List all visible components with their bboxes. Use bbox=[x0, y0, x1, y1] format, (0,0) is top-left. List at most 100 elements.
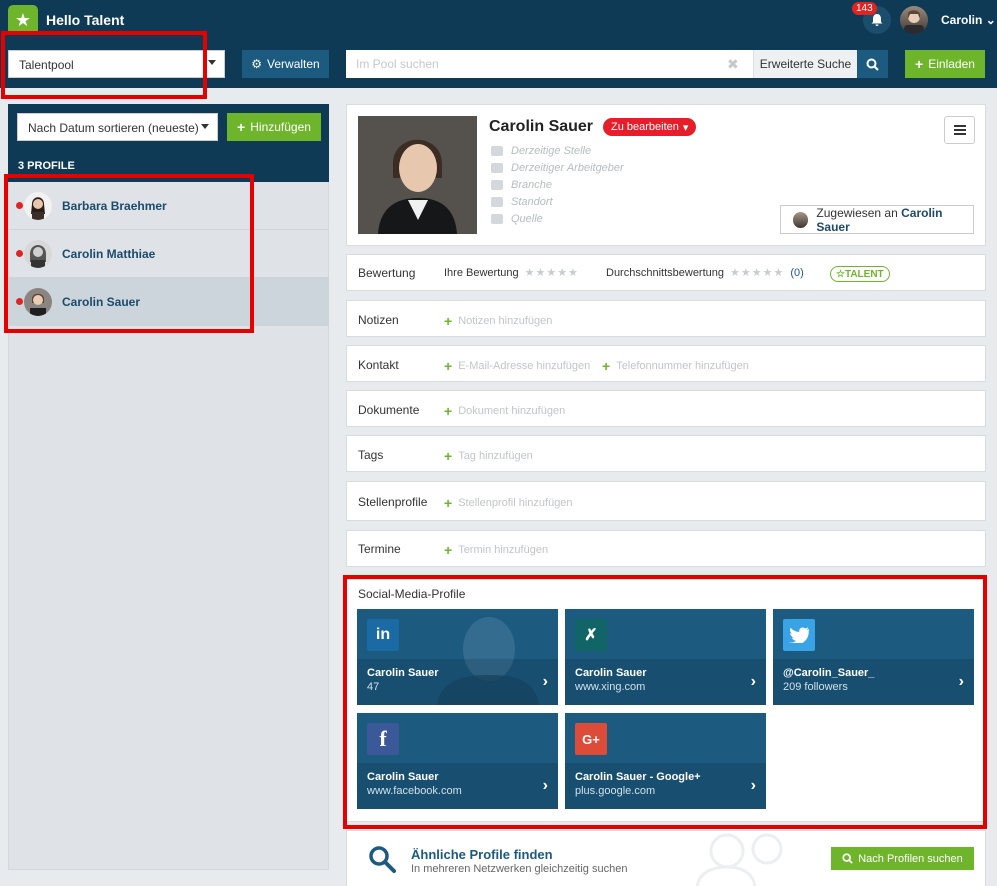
meta-industry-label: Branche bbox=[511, 179, 552, 191]
user-menu[interactable]: Carolin ⌄ bbox=[941, 13, 996, 27]
status-dropdown[interactable]: Zu bearbeiten ▾ bbox=[603, 118, 697, 136]
add-email-link[interactable]: + E-Mail-Adresse hinzufügen bbox=[444, 358, 590, 374]
own-rating[interactable]: Ihre Bewertung ★★★★★ bbox=[444, 266, 579, 280]
meta-employer-label: Derzeitiger Arbeitgeber bbox=[511, 162, 624, 174]
talent-badge[interactable]: ☆ TALENT bbox=[830, 266, 890, 282]
plus-icon: + bbox=[444, 358, 453, 374]
documents-label: Dokumente bbox=[358, 403, 420, 417]
job-profiles-row bbox=[346, 481, 986, 521]
add-phone-label: Telefonnummer hinzufügen bbox=[616, 360, 749, 372]
notes-label: Notizen bbox=[358, 313, 399, 327]
plus-icon: + bbox=[444, 403, 453, 419]
add-profile-button[interactable]: + Hinzufügen bbox=[227, 113, 321, 141]
meta-location[interactable]: Standort bbox=[491, 196, 553, 208]
profile-count: 3 PROFILE bbox=[18, 160, 75, 172]
plus-icon: + bbox=[915, 56, 924, 72]
tags-label: Tags bbox=[358, 448, 384, 462]
tags-row bbox=[346, 435, 986, 472]
add-appointment-link[interactable]: + Termin hinzufügen bbox=[444, 542, 548, 558]
average-rating: Durchschnittsbewertung ★★★★★ (0) bbox=[606, 266, 804, 280]
pool-search-input[interactable] bbox=[346, 50, 753, 78]
rating-label: Bewertung bbox=[358, 266, 416, 280]
manage-button[interactable]: ⚙ Verwalten bbox=[242, 50, 329, 78]
plus-icon: + bbox=[444, 495, 453, 511]
assigned-to-button[interactable]: Zugewiesen an Carolin Sauer bbox=[780, 205, 974, 234]
star-outline-icon: ☆ bbox=[836, 268, 845, 280]
status-label: Zu bearbeiten bbox=[611, 121, 679, 133]
contact-label: Kontakt bbox=[358, 358, 399, 372]
find-profiles-button[interactable]: Nach Profilen suchen bbox=[831, 847, 974, 870]
annotation-box-social bbox=[343, 575, 987, 829]
add-tag-link[interactable]: + Tag hinzufügen bbox=[444, 448, 533, 464]
manage-button-label: Verwalten bbox=[267, 57, 320, 71]
annotation-box-profiles bbox=[4, 174, 254, 333]
location-pin-icon bbox=[491, 197, 503, 207]
add-email-label: E-Mail-Adresse hinzufügen bbox=[458, 360, 591, 372]
search-icon bbox=[866, 58, 879, 71]
documents-row bbox=[346, 390, 986, 427]
industry-icon bbox=[491, 180, 503, 190]
average-rating-count: (0) bbox=[790, 266, 804, 279]
assigned-prefix: Zugewiesen an bbox=[816, 205, 898, 220]
add-job-profile-label: Stellenprofil hinzufügen bbox=[458, 497, 573, 509]
job-profiles-label: Stellenprofile bbox=[358, 495, 428, 509]
add-notes-link[interactable]: + Notizen hinzufügen bbox=[444, 313, 552, 329]
add-profile-button-label: Hinzufügen bbox=[250, 120, 311, 134]
clear-icon[interactable]: ✖ bbox=[727, 56, 739, 73]
sort-select[interactable]: Nach Datum sortieren (neueste) bbox=[17, 113, 218, 141]
search-icon bbox=[842, 853, 853, 864]
similar-profiles-subtitle: In mehreren Netzwerken gleichzeitig such… bbox=[411, 863, 628, 875]
average-rating-label: Durchschnittsbewertung bbox=[606, 266, 725, 279]
user-name: Carolin bbox=[941, 13, 983, 27]
avatar bbox=[793, 211, 809, 228]
add-phone-link[interactable]: + Telefonnummer hinzufügen bbox=[602, 358, 749, 374]
add-document-label: Dokument hinzufügen bbox=[458, 405, 566, 417]
search-icon bbox=[369, 846, 396, 873]
find-profiles-label: Nach Profilen suchen bbox=[858, 852, 963, 865]
profile-menu-button[interactable] bbox=[944, 116, 975, 144]
gear-icon: ⚙ bbox=[251, 57, 263, 71]
add-notes-label: Notizen hinzufügen bbox=[458, 315, 553, 327]
appointments-label: Termine bbox=[358, 542, 401, 556]
chevron-down-icon: ⌄ bbox=[985, 13, 996, 27]
star-rating-icon: ★★★★★ bbox=[730, 267, 785, 279]
caret-down-icon bbox=[208, 60, 216, 65]
source-icon bbox=[491, 214, 503, 224]
add-appointment-label: Termin hinzufügen bbox=[458, 544, 549, 556]
talent-badge-label: TALENT bbox=[844, 268, 884, 280]
briefcase-icon bbox=[491, 146, 503, 156]
add-document-link[interactable]: + Dokument hinzufügen bbox=[444, 403, 565, 419]
meta-location-label: Standort bbox=[511, 196, 553, 208]
advanced-search-button[interactable]: Erweiterte Suche bbox=[753, 50, 857, 78]
caret-down-icon bbox=[201, 124, 209, 129]
plus-icon: + bbox=[444, 313, 453, 329]
meta-position[interactable]: Derzeitige Stelle bbox=[491, 145, 591, 157]
add-job-profile-link[interactable]: + Stellenprofil hinzufügen bbox=[444, 495, 573, 511]
notes-row bbox=[346, 300, 986, 337]
own-rating-label: Ihre Bewertung bbox=[444, 266, 519, 279]
invite-button-label: Einladen bbox=[928, 57, 975, 71]
candidate-name: Carolin Sauer bbox=[489, 118, 594, 135]
plus-icon: + bbox=[444, 542, 453, 558]
meta-position-label: Derzeitige Stelle bbox=[511, 145, 592, 157]
add-tag-label: Tag hinzufügen bbox=[458, 450, 533, 462]
profile-photo bbox=[358, 116, 477, 234]
plus-icon: + bbox=[444, 448, 453, 464]
hamburger-icon bbox=[953, 125, 966, 135]
meta-industry[interactable]: Branche bbox=[491, 179, 552, 191]
appointments-row bbox=[346, 530, 986, 567]
assigned-text: Zugewiesen an Carolin Sauer bbox=[816, 206, 973, 234]
user-avatar[interactable] bbox=[900, 6, 928, 34]
notification-badge: 143 bbox=[852, 2, 877, 15]
app-title[interactable]: Hello Talent bbox=[46, 12, 124, 28]
similar-profiles-title: Ähnliche Profile finden bbox=[411, 847, 553, 862]
meta-source[interactable]: Quelle bbox=[491, 213, 543, 225]
meta-source-label: Quelle bbox=[511, 213, 543, 225]
search-button[interactable] bbox=[857, 50, 888, 78]
meta-employer[interactable]: Derzeitiger Arbeitgeber bbox=[491, 162, 624, 174]
star-rating-icon[interactable]: ★★★★★ bbox=[525, 266, 579, 279]
plus-icon: + bbox=[602, 358, 611, 374]
invite-button[interactable]: + Einladen bbox=[905, 50, 985, 78]
caret-down-icon: ▾ bbox=[682, 121, 689, 134]
sort-select-value: Nach Datum sortieren (neueste) bbox=[28, 121, 199, 135]
